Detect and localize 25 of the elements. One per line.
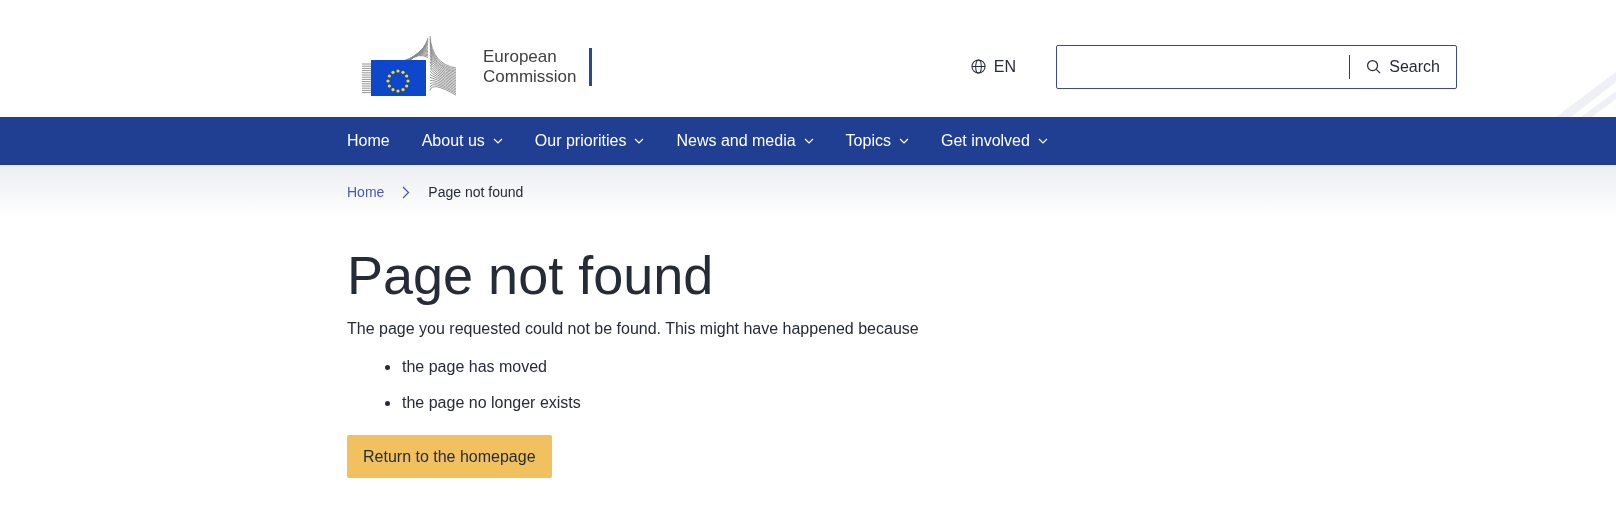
nav-link[interactable]: Home [347,129,390,153]
logo-divider [588,47,592,86]
reason-text: the page has moved [402,357,547,377]
nav-link[interactable]: News and media [676,129,814,153]
page-heading: Page not found [347,245,715,305]
globe-icon [970,59,986,74]
bullet-icon [385,400,390,406]
search-icon [1366,59,1382,74]
breadcrumb-current: Page not found [428,182,524,202]
return-home-button[interactable]: Return to the homepage [347,435,552,478]
chevron-right-icon [402,185,411,199]
corner-decoration [1556,72,1616,117]
reason-text: the page no longer exists [402,393,581,413]
search-button[interactable]: Search [1350,54,1456,79]
nav-link[interactable]: Get involved [940,129,1048,153]
intro-text: The page you requested could not be found. This might have happened because [347,319,920,339]
nav-link[interactable]: About us [421,129,503,153]
logo-text: European [483,46,558,67]
breadcrumb-link[interactable]: Home [347,181,385,203]
language-button[interactable]: EN [970,54,1016,79]
nav-link[interactable]: Our priorities [534,129,645,153]
logo-text: Commission [483,66,577,87]
search-field[interactable]: Search [1056,44,1457,89]
nav-link[interactable]: Topics [845,129,909,153]
bullet-icon [385,364,390,370]
